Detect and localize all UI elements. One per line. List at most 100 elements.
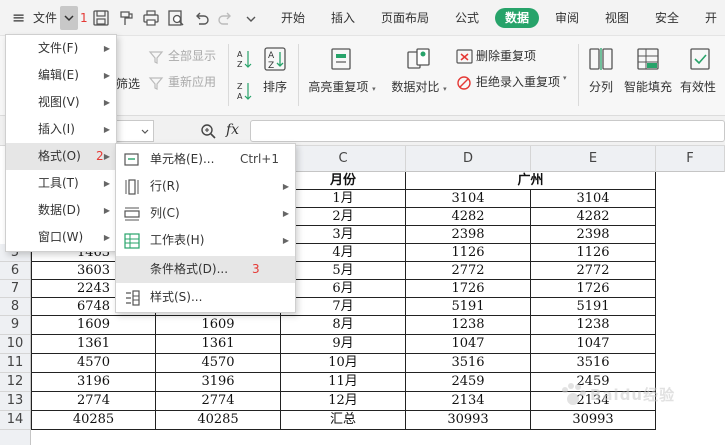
row-header[interactable]: 7 [0,280,31,298]
table-cell[interactable]: 2774 [31,392,156,411]
tab-security[interactable]: 安全 [648,8,686,28]
tab-view[interactable]: 视图 [598,8,636,28]
table-cell[interactable]: 1047 [531,335,656,354]
table-cell[interactable]: 1238 [531,316,656,335]
row-header[interactable]: 13 [0,392,31,411]
table-cell[interactable]: 7月 [281,298,406,316]
zoom-search-icon[interactable] [200,123,216,139]
table-cell[interactable]: 4570 [156,354,281,373]
table-cell[interactable]: 40285 [156,411,281,430]
submenu-item-conditional-format[interactable]: 条件格式(D)... 3 [116,256,295,283]
hamburger-menu-icon[interactable]: ≡ [12,0,25,36]
fx-button[interactable]: fx [226,122,239,138]
table-cell[interactable]: 8月 [281,316,406,335]
table-cell[interactable]: 12月 [281,392,406,411]
column-header-e[interactable]: E [531,146,656,172]
reject-duplicates-button[interactable]: 拒绝录入重复项 [476,72,560,92]
column-header-f[interactable]: F [656,146,725,172]
table-cell[interactable]: 2月 [281,208,406,226]
menu-item-edit[interactable]: 编辑(E) ▶ [6,62,116,89]
file-menu-button[interactable]: 文件 [33,0,57,36]
tab-data[interactable]: 数据 [495,8,539,28]
save-icon[interactable] [92,9,110,27]
table-cell[interactable]: 2772 [406,262,531,280]
submenu-item-row[interactable]: 行(R) ▶ [116,173,295,200]
formula-input[interactable] [250,120,725,142]
menu-item-insert[interactable]: 插入(I) ▶ [6,116,116,143]
table-cell[interactable]: 5191 [531,298,656,316]
menu-item-file[interactable]: 文件(F) ▶ [6,35,116,62]
submenu-item-cells[interactable]: 单元格(E)... Ctrl+1 [116,146,295,173]
customize-toolbar-icon[interactable] [242,9,260,27]
menu-item-window[interactable]: 窗口(W) ▶ [6,224,116,251]
sort-descending-icon[interactable]: ZA [236,80,252,102]
tab-formulas[interactable]: 公式 [448,8,486,28]
file-dropdown-toggle[interactable] [60,6,78,30]
validity-button[interactable]: 有效性 [680,46,725,95]
table-cell[interactable]: 1047 [406,335,531,354]
table-cell[interactable]: 4570 [31,354,156,373]
table-cell[interactable]: 1726 [406,280,531,298]
name-box[interactable] [112,120,154,142]
show-all-button[interactable]: 全部显示 [168,46,216,66]
tab-review[interactable]: 审阅 [548,8,586,28]
row-header[interactable]: 8 [0,298,31,316]
table-cell[interactable]: 4282 [406,208,531,226]
table-cell[interactable]: 10月 [281,354,406,373]
format-painter-icon[interactable] [117,9,135,27]
menu-item-tools[interactable]: 工具(T) ▶ [6,170,116,197]
header-cell-guangzhou[interactable]: 广州 [406,172,656,190]
table-cell[interactable]: 3196 [156,373,281,392]
table-cell[interactable]: 3516 [531,354,656,373]
table-cell[interactable]: 1361 [31,335,156,354]
menu-item-data[interactable]: 数据(D) ▶ [6,197,116,224]
table-cell[interactable]: 1238 [406,316,531,335]
row-header[interactable]: 12 [0,373,31,392]
table-cell[interactable]: 30993 [406,411,531,430]
table-cell[interactable]: 40285 [31,411,156,430]
sort-button[interactable]: AZ 排序 [260,46,290,95]
table-cell[interactable]: 2774 [156,392,281,411]
table-cell[interactable]: 4月 [281,244,406,262]
table-cell[interactable]: 9月 [281,335,406,354]
data-compare-button[interactable]: 数据对比 ▾ [386,46,452,95]
table-cell[interactable]: 2134 [406,392,531,411]
menu-item-view[interactable]: 视图(V) ▶ [6,89,116,116]
header-cell-month[interactable]: 月份 [281,172,406,190]
reapply-button[interactable]: 重新应用 [168,72,216,92]
table-cell[interactable]: 4282 [531,208,656,226]
table-cell[interactable]: 1361 [156,335,281,354]
row-header[interactable]: 6 [0,262,31,280]
table-cell[interactable]: 2398 [406,226,531,244]
table-cell[interactable]: 3104 [531,190,656,208]
table-cell[interactable]: 3104 [406,190,531,208]
row-header[interactable] [0,430,31,445]
table-cell[interactable]: 3月 [281,226,406,244]
table-cell[interactable]: 1609 [156,316,281,335]
table-cell[interactable]: 1月 [281,190,406,208]
row-header[interactable]: 9 [0,316,31,335]
undo-icon[interactable] [192,9,210,27]
row-header[interactable]: 14 [0,411,31,430]
submenu-item-worksheet[interactable]: 工作表(H) ▶ [116,227,295,254]
tab-home[interactable]: 开始 [274,8,312,28]
tab-developer[interactable]: 开 [698,8,724,28]
print-preview-icon[interactable] [167,9,185,27]
menu-item-format[interactable]: 格式(O) 2 ▶ [6,143,116,170]
tab-page-layout[interactable]: 页面布局 [376,8,434,28]
highlight-duplicates-button[interactable]: 高亮重复项 ▾ [302,46,382,95]
remove-duplicates-button[interactable]: 删除重复项 [476,46,536,66]
redo-icon[interactable] [217,9,235,27]
table-cell[interactable]: 5月 [281,262,406,280]
table-cell[interactable]: 汇总 [281,411,406,430]
tab-insert[interactable]: 插入 [324,8,362,28]
table-cell[interactable]: 3196 [31,373,156,392]
column-header-d[interactable]: D [406,146,531,172]
row-header[interactable]: 11 [0,354,31,373]
submenu-item-styles[interactable]: 样式(S)... [116,284,295,311]
filter-button[interactable]: 筛选 [116,74,140,94]
sort-ascending-icon[interactable]: AZ [236,48,252,70]
table-cell[interactable]: 2398 [531,226,656,244]
table-cell[interactable]: 1126 [531,244,656,262]
print-icon[interactable] [142,9,160,27]
